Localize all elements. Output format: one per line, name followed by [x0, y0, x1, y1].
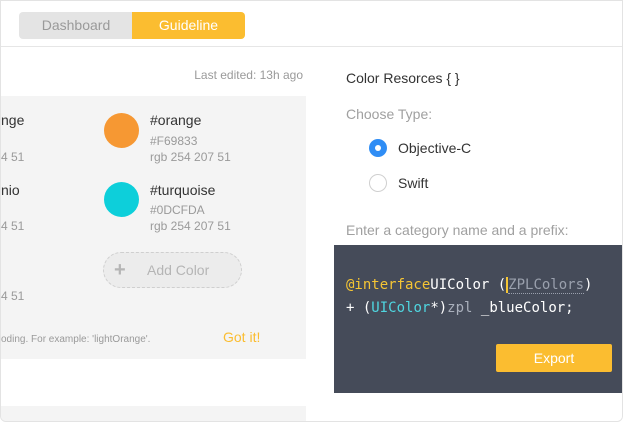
turquoise-swatch[interactable]: [104, 182, 139, 217]
category-placeholder[interactable]: ZPLColors: [508, 277, 585, 294]
radio-label-objective-c[interactable]: Objective-C: [398, 140, 471, 156]
radio-objective-c[interactable]: [369, 139, 387, 157]
plus-icon: +: [114, 259, 126, 281]
panel-title: Color Resorces { }: [346, 70, 460, 86]
code-panel-footer: [334, 393, 622, 421]
choose-type-label: Choose Type:: [346, 106, 433, 122]
color-name-cut: nge: [1, 112, 25, 128]
color-rgb: rgb 254 207 51: [150, 219, 231, 233]
color-name[interactable]: #orange: [150, 112, 201, 128]
color-name-cut: nio: [1, 182, 20, 198]
category-prompt-label: Enter a category name and a prefix:: [346, 222, 569, 238]
tab-dashboard[interactable]: Dashboard: [19, 12, 133, 39]
color-rgb: rgb 254 207 51: [150, 150, 231, 164]
category-input[interactable]: ZPLColors: [506, 277, 585, 294]
code-class: UIColor (: [430, 277, 507, 293]
prefix-input[interactable]: zpl: [447, 300, 472, 316]
naming-hint: oding. For example: 'lightOrange'.: [1, 334, 151, 345]
orange-swatch[interactable]: [104, 113, 139, 148]
radio-label-swift[interactable]: Swift: [398, 175, 428, 191]
color-list-panel-bottom: [1, 406, 306, 421]
code-method: _blueColor;: [472, 300, 574, 316]
tab-guideline[interactable]: Guideline: [132, 12, 245, 39]
code-paren: ): [584, 277, 593, 293]
code-keyword: @interface: [346, 277, 431, 293]
radio-swift[interactable]: [369, 174, 387, 192]
color-hex: #F69833: [150, 134, 198, 148]
color-name[interactable]: #turquoise: [150, 182, 215, 198]
code-line-1: @interfaceUIColor (ZPLColors): [346, 277, 593, 294]
color-rgb-cut: 4 51: [1, 150, 25, 164]
color-rgb-cut: 4 51: [1, 289, 25, 303]
top-bar: Dashboard Guideline: [1, 1, 622, 47]
color-rgb-cut: 4 51: [1, 219, 25, 233]
code-star: *): [430, 300, 448, 316]
add-color-label: Add Color: [147, 262, 210, 278]
color-hex: #0DCFDA: [150, 203, 205, 217]
code-type: UIColor: [371, 300, 431, 316]
got-it-button[interactable]: Got it!: [223, 329, 260, 345]
export-button[interactable]: Export: [496, 344, 612, 372]
code-plus: + (: [346, 300, 372, 316]
code-line-2: + (UIColor*)zpl _blueColor;: [346, 300, 574, 316]
last-edited-label: Last edited: 13h ago: [194, 68, 303, 82]
add-color-button[interactable]: + Add Color: [103, 252, 242, 288]
app-window: Dashboard Guideline Last edited: 13h ago…: [0, 0, 623, 422]
